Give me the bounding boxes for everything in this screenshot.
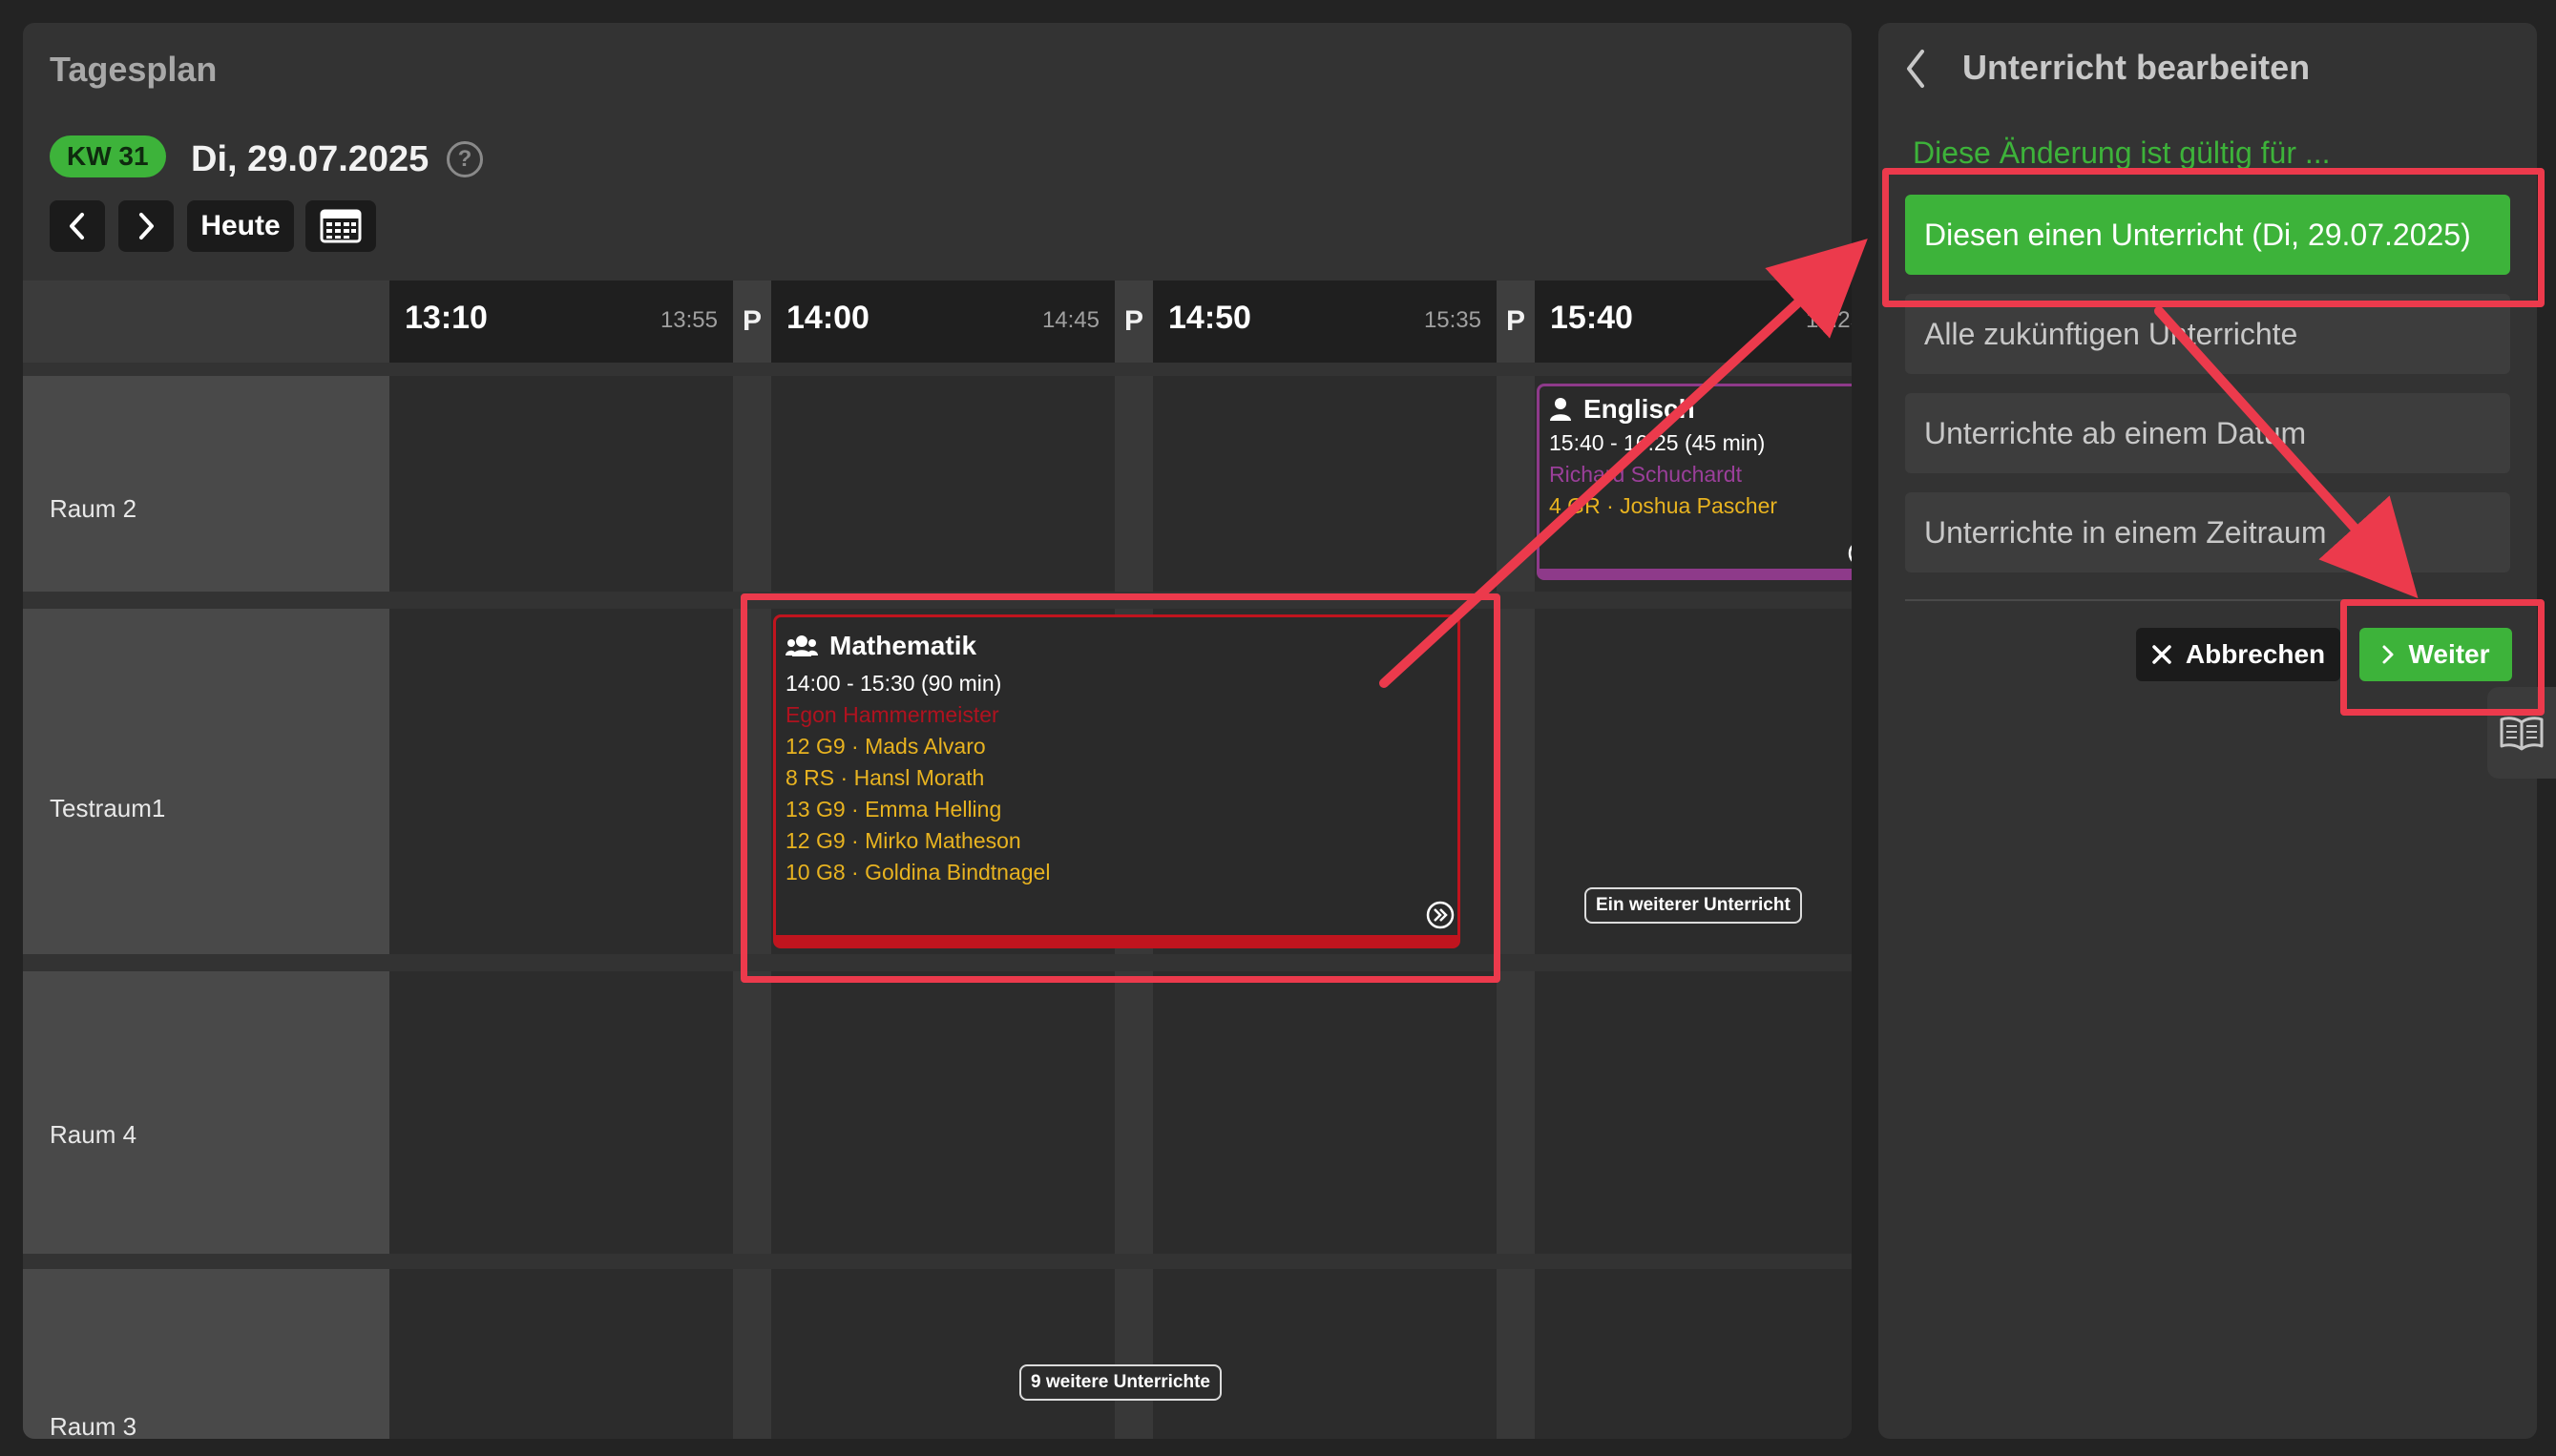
option-all-future[interactable]: Alle zukünftigen Unterrichte bbox=[1905, 294, 2510, 374]
room-label: Raum 4 bbox=[23, 971, 389, 1254]
schedule-cell[interactable] bbox=[389, 1269, 733, 1439]
schedule-cell[interactable] bbox=[771, 1269, 1115, 1439]
lesson-student: 13 G9 · Emma Helling bbox=[786, 797, 1002, 822]
schedule-cell[interactable] bbox=[389, 609, 733, 954]
pause-cell bbox=[1115, 376, 1153, 592]
lesson-student: 10 G8 · Goldina Bindtnagel bbox=[786, 860, 1051, 884]
slot-header-4: 15:40 16:25 bbox=[1535, 281, 1852, 363]
pause-cell bbox=[733, 1269, 771, 1439]
schedule-cell[interactable] bbox=[1153, 376, 1497, 592]
lesson-time: 14:00 - 15:30 (90 min) bbox=[786, 671, 1002, 696]
pause-cell bbox=[1115, 1269, 1153, 1439]
lesson-teacher: Egon Hammermeister bbox=[786, 702, 999, 727]
next-day-button[interactable] bbox=[118, 200, 174, 252]
group-icon bbox=[786, 635, 818, 656]
today-button[interactable]: Heute bbox=[187, 200, 294, 252]
lesson-student: 4 GR · Joshua Pascher bbox=[1549, 493, 1778, 518]
chevron-left-icon bbox=[70, 213, 84, 239]
more-lessons-badge[interactable]: Ein weiterer Unterricht bbox=[1584, 887, 1802, 924]
slot-header-2: 14:00 14:45 bbox=[771, 281, 1115, 363]
schedule-cell[interactable] bbox=[389, 376, 733, 592]
pause-cell bbox=[1497, 971, 1535, 1254]
close-icon bbox=[2152, 645, 2171, 664]
page-title: Tagesplan bbox=[50, 50, 218, 89]
chevron-right-icon bbox=[139, 213, 154, 239]
lesson-teacher: Richard Schuchardt bbox=[1549, 462, 1742, 487]
panel-title: Unterricht bearbeiten bbox=[1962, 48, 2311, 87]
option-date-range[interactable]: Unterrichte in einem Zeitraum bbox=[1905, 492, 2510, 572]
expand-icon[interactable] bbox=[1425, 900, 1456, 930]
slot-header-1: 13:10 13:55 bbox=[389, 281, 733, 363]
current-date: Di, 29.07.2025 bbox=[191, 139, 429, 179]
lesson-subject: Englisch bbox=[1583, 394, 1695, 424]
lesson-student: 12 G9 · Mads Alvaro bbox=[786, 734, 986, 759]
divider bbox=[1905, 599, 2510, 601]
back-chevron-icon[interactable] bbox=[1901, 46, 1930, 92]
edit-lesson-panel: Unterricht bearbeiten Diese Änderung ist… bbox=[1878, 23, 2537, 1439]
pause-cell bbox=[733, 609, 771, 954]
pause-cell bbox=[1497, 1269, 1535, 1439]
pause-cell bbox=[1497, 376, 1535, 592]
chevron-right-icon bbox=[2382, 645, 2394, 664]
slot-header-3: 14:50 15:35 bbox=[1153, 281, 1497, 363]
pause-marker: P bbox=[733, 281, 771, 363]
help-icon[interactable]: ? bbox=[447, 141, 483, 177]
expand-icon[interactable] bbox=[1847, 539, 1852, 568]
book-tab[interactable] bbox=[2487, 687, 2556, 779]
lesson-card-math[interactable]: Mathematik 14:00 - 15:30 (90 min) Egon H… bbox=[773, 614, 1460, 948]
room-label: Raum 2 bbox=[23, 376, 389, 592]
lesson-student: 12 G9 · Mirko Matheson bbox=[786, 828, 1021, 853]
lesson-time: 15:40 - 16:25 (45 min) bbox=[1549, 430, 1766, 455]
day-plan-panel: Tagesplan KW 31 Di, 29.07.2025 ? Heute 1… bbox=[23, 23, 1852, 1439]
week-badge: KW 31 bbox=[50, 135, 166, 177]
room-column-header bbox=[23, 281, 389, 363]
pause-cell bbox=[733, 376, 771, 592]
option-from-date[interactable]: Unterrichte ab einem Datum bbox=[1905, 393, 2510, 473]
schedule-cell[interactable] bbox=[389, 971, 733, 1254]
pause-marker: P bbox=[1497, 281, 1535, 363]
previous-day-button[interactable] bbox=[50, 200, 105, 252]
calendar-button[interactable] bbox=[305, 200, 376, 252]
validity-label: Diese Änderung ist gültig für ... bbox=[1913, 135, 2331, 170]
more-lessons-badge[interactable]: 9 weitere Unterrichte bbox=[1019, 1364, 1222, 1401]
lesson-card-english[interactable]: Englisch 15:40 - 16:25 (45 min) Richard … bbox=[1537, 384, 1852, 580]
option-this-lesson[interactable]: Diesen einen Unterricht (Di, 29.07.2025) bbox=[1905, 195, 2510, 275]
lesson-student: 8 RS · Hansl Morath bbox=[786, 765, 985, 790]
calendar-icon bbox=[320, 209, 362, 243]
pause-cell bbox=[1115, 971, 1153, 1254]
pause-marker: P bbox=[1115, 281, 1153, 363]
pause-cell bbox=[1497, 609, 1535, 954]
next-button[interactable]: Weiter bbox=[2359, 628, 2512, 681]
cancel-button[interactable]: Abbrechen bbox=[2136, 628, 2340, 681]
schedule-cell[interactable] bbox=[771, 971, 1115, 1254]
schedule-cell[interactable] bbox=[1535, 1269, 1852, 1439]
schedule-cell[interactable] bbox=[771, 376, 1115, 592]
schedule-cell[interactable] bbox=[1153, 971, 1497, 1254]
schedule-cell[interactable] bbox=[1535, 971, 1852, 1254]
lesson-subject: Mathematik bbox=[829, 631, 977, 660]
room-label: Raum 3 bbox=[23, 1269, 389, 1439]
room-label: Testraum1 bbox=[23, 609, 389, 954]
pause-cell bbox=[733, 971, 771, 1254]
person-icon bbox=[1550, 398, 1571, 421]
schedule-cell[interactable] bbox=[1153, 1269, 1497, 1439]
book-icon bbox=[2500, 717, 2544, 751]
